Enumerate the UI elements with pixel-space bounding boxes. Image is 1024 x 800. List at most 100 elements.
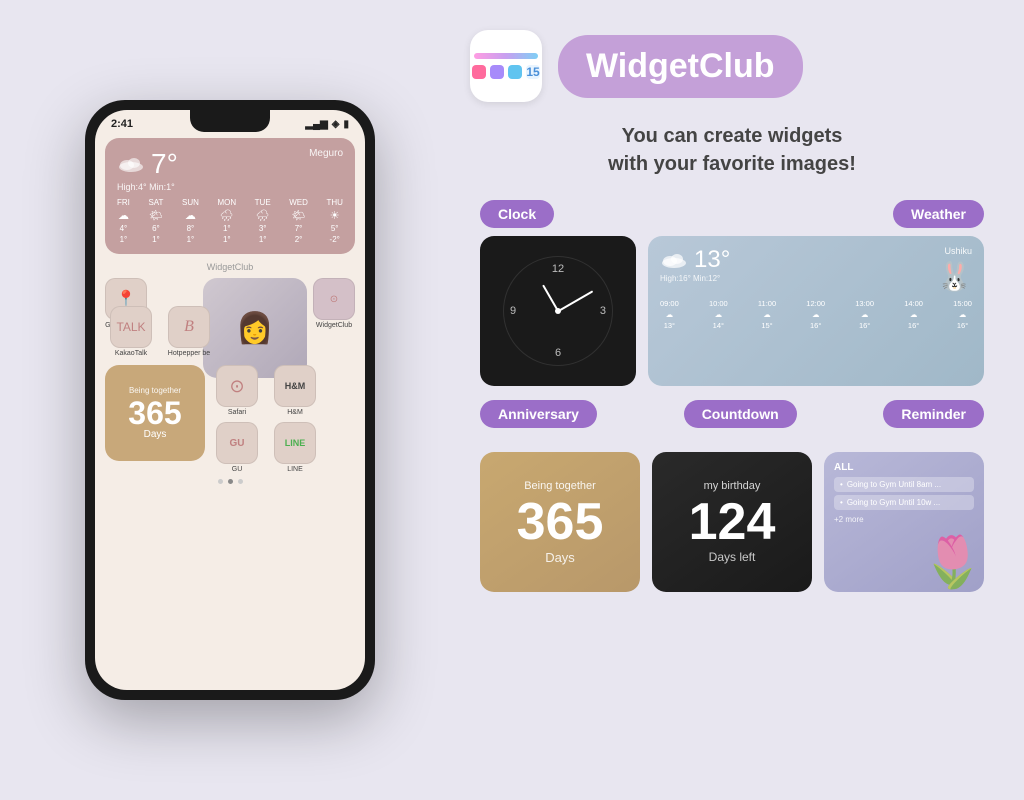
weather-preview: 13° High:16° Min:12° Ushiku 🐰 09:00☁13° … [648,236,984,386]
anniv-preview-days: Days [545,550,575,565]
countdown-preview-num: 124 [689,496,776,548]
clock-minute-hand [558,290,593,311]
dot-2 [228,479,233,484]
clock-6: 6 [555,347,561,359]
bottom-widget-row: Being together 365 Days ⊙ Safari [105,365,355,473]
logo-dots: 15 [472,65,540,79]
phone-content: 7° High:4° Min:1° Meguro FRI☁4°1° [95,134,365,492]
small-icons-col: ⊙ Safari H&M H&M GU [211,365,321,473]
phone-notch [190,110,270,132]
logo-stripe [474,53,538,59]
reminder-preview: ALL • Going to Gym Until 8am ... • Going… [824,452,984,592]
tagline-line2: with your favorite images! [470,150,994,178]
reminder-all-label: ALL [834,462,974,473]
status-icons: ▂▄▆ ◈ ▮ [305,119,349,130]
safari-icon[interactable]: ⊙ [216,365,258,407]
logo-number: 15 [526,65,540,79]
phone-anniv-number: 365 [128,397,181,429]
tagline: You can create widgets with your favorit… [470,122,994,178]
widget-labels-row-1: Clock Weather [470,200,994,228]
clock-9: 9 [510,305,516,317]
widget-labels-row-2: Anniversary Countdown Reminder [470,400,994,428]
pagination-dots [105,479,355,484]
anniv-preview-text: Being together [524,480,596,492]
dot-1 [218,479,223,484]
weather-preview-cloud-icon [660,251,688,269]
app-logo: 15 [470,30,542,102]
clock-label-badge: Clock [480,200,554,228]
weather-preview-forecast: 09:00☁13° 10:00☁14° 11:00☁15° 12:00☁16° … [660,299,972,330]
countdown-preview-text: my birthday [704,480,761,492]
signal-icon: ▂▄▆ [305,119,327,130]
line-label: LINE [287,466,303,473]
icon-row-2: GU GU LINE LINE [211,422,321,473]
widgetclub-app-label: WidgetClub [316,322,352,329]
hm-label: H&M [287,409,303,416]
clock-face: 12 3 6 9 [503,256,613,366]
dot-3 [238,479,243,484]
reminder-more: +2 more [834,515,974,524]
flowers-icon: 🌷 [922,533,984,592]
phone-weather-temp: 7° [151,148,178,180]
widgetclub-app-icon[interactable]: ⊙ [313,278,355,320]
phone-anniv-days: Days [144,429,167,440]
logo-dot-blue [508,65,522,79]
phone-widgetclub-label: WidgetClub [105,262,355,272]
phone-time: 2:41 [111,118,133,130]
gu-label: GU [232,466,243,473]
app-hotpepper: B Hotpepper be [163,306,215,357]
reminder-item-1: • Going to Gym Until 8am ... [834,477,974,492]
hm-icon[interactable]: H&M [274,365,316,407]
phone-weather-forecast: FRI☁4°1° SAT🌤6°1° SUN☁8°1° MON🌧1°1° TUE🌧… [117,198,343,244]
main-container: 2:41 ▂▄▆ ◈ ▮ [0,0,1024,800]
app-kakao: TALK KakaoTalk [105,306,157,357]
app-name: WidgetClub [586,47,775,85]
kakao-label: KakaoTalk [115,350,147,357]
photo-widget: 👩 [203,278,307,378]
reminder-item-2: • Going to Gym Until 10w ... [834,495,974,510]
phone-weather-location: Meguro [309,148,343,159]
kakao-icon[interactable]: TALK [110,306,152,348]
countdown-preview-days: Days left [709,550,756,564]
hotpepper-icon[interactable]: B [168,306,210,348]
widget-previews-row2: Being together 365 Days my birthday 124 … [470,452,994,592]
icon-row-1: ⊙ Safari H&M H&M [211,365,321,416]
logo-dot-pink [472,65,486,79]
weather-preview-highlow: High:16° Min:12° [660,274,730,283]
app-widgetclub-cell: ⊙ WidgetClub [313,278,355,378]
app-safari: ⊙ Safari [211,365,263,416]
clock-center-dot [555,308,561,314]
clock-12: 12 [552,263,564,275]
gu-icon[interactable]: GU [216,422,258,464]
weather-preview-location: Ushiku [944,246,972,256]
phone-anniv-text: Being together [129,386,181,395]
phone-section: 2:41 ▂▄▆ ◈ ▮ [0,0,460,800]
line-icon[interactable]: LINE [274,422,316,464]
phone-device: 2:41 ▂▄▆ ◈ ▮ [85,100,375,700]
app-gu: GU GU [211,422,263,473]
widget-previews-row1: 12 3 6 9 [470,236,994,386]
countdown-preview: my birthday 124 Days left [652,452,812,592]
right-section: 15 WidgetClub You can create widgets wit… [460,0,1024,800]
app-hm: H&M H&M [269,365,321,416]
cloud-icon [117,155,145,173]
clock-3: 3 [600,305,606,317]
tagline-line1: You can create widgets [470,122,994,150]
bunny-icon: 🐰 [937,260,972,293]
battery-icon: ▮ [343,119,349,130]
anniversary-label-badge: Anniversary [480,400,597,428]
app-name-badge: WidgetClub [558,35,803,98]
phone-weather-highlow: High:4° Min:1° [117,182,178,192]
wifi-icon: ◈ [332,119,340,130]
weather-label-badge: Weather [893,200,984,228]
safari-label: Safari [228,409,246,416]
reminder-label-badge: Reminder [883,400,984,428]
clock-preview: 12 3 6 9 [480,236,636,386]
anniv-preview-num: 365 [517,496,604,548]
countdown-label-badge: Countdown [684,400,797,428]
phone-weather-widget: 7° High:4° Min:1° Meguro FRI☁4°1° [105,138,355,254]
logo-dot-purple [490,65,504,79]
weather-preview-temp: 13° [694,246,730,274]
anniversary-preview: Being together 365 Days [480,452,640,592]
app-line: LINE LINE [269,422,321,473]
